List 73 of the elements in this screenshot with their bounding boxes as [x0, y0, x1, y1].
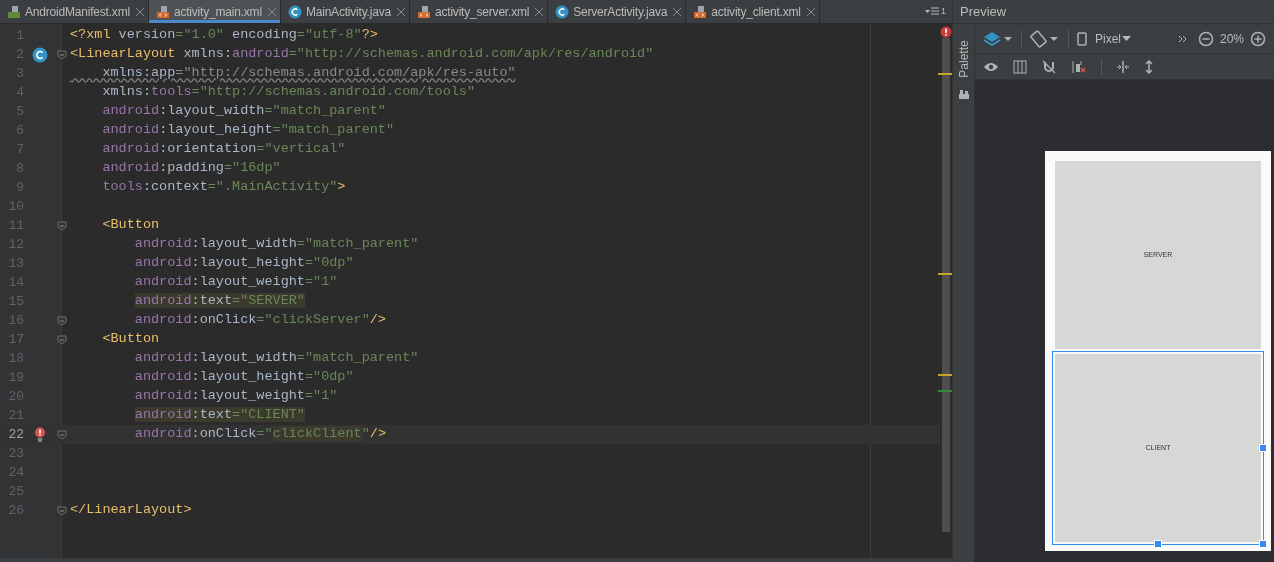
code-line: <Button [101, 330, 160, 349]
caret-icon [1122, 35, 1131, 42]
class-icon [287, 4, 302, 19]
class-icon[interactable] [32, 46, 48, 63]
code-line: android:padding="16dp" [101, 159, 281, 178]
tab-list-icon[interactable] [925, 7, 939, 16]
panel-title: Preview [960, 2, 1007, 21]
class-icon [555, 4, 570, 19]
close-icon[interactable] [673, 7, 682, 16]
code-line: xmlns:app="http://schemas.android.com/apk/res-auto" [101, 64, 516, 83]
code-line: </LinearLayout> [70, 501, 192, 520]
clear-constraints-icon[interactable] [1071, 58, 1087, 75]
code-line: android:layout_weight="1" [133, 273, 338, 292]
code-line: <LinearLayout xmlns:android="http://schemas.android.com/apk/res/android" [70, 45, 654, 64]
layers-icon[interactable] [983, 29, 1013, 48]
layout-file-icon [693, 4, 708, 19]
code-line: android:layout_height="0dp" [133, 254, 354, 273]
code-line: xmlns:tools="http://schemas.android.com/tools" [101, 83, 476, 102]
fold-icon[interactable] [57, 220, 67, 231]
line-number: 22 [7, 425, 24, 444]
file-tab[interactable]: activity_main.xml [148, 0, 281, 23]
code-line: android:layout_weight="1" [133, 387, 338, 406]
code-line: android:onClick="clickServer"/> [133, 311, 386, 330]
vertical-arrows-icon[interactable] [1144, 59, 1154, 74]
manifest-file-icon [7, 4, 21, 19]
fold-icon[interactable] [57, 315, 67, 326]
rotate-icon[interactable] [1030, 29, 1060, 48]
phone-icon [1077, 31, 1087, 46]
zoom-level: 20% [1219, 30, 1244, 48]
zoom-in-icon[interactable] [1250, 30, 1266, 47]
fold-icon[interactable] [57, 505, 67, 516]
code-line: android:layout_width="match_parent" [133, 235, 419, 254]
layout-file-icon [416, 4, 431, 19]
code-line: android:text="CLIENT" [133, 406, 305, 425]
error-bulb-icon[interactable] [34, 427, 46, 442]
warning-mark [938, 73, 952, 75]
close-icon[interactable] [806, 7, 815, 16]
code-line: android:layout_height="match_parent" [101, 121, 395, 140]
tab-count: 1 [941, 4, 946, 18]
eye-icon[interactable] [983, 60, 999, 73]
close-icon[interactable] [535, 7, 544, 16]
code-line: android:layout_width="match_parent" [101, 102, 386, 121]
device-dropdown[interactable]: Pixel [1095, 29, 1131, 48]
code-line: android:onClick="clickClient"/> [133, 425, 386, 444]
code-line: android:layout_height="0dp" [133, 368, 354, 387]
resize-handle[interactable] [1259, 540, 1267, 548]
fold-icon[interactable] [57, 334, 67, 345]
layout-file-icon [155, 4, 170, 19]
warning-mark [938, 374, 952, 376]
close-icon[interactable] [135, 7, 144, 16]
code-line: <Button [101, 216, 160, 235]
close-icon[interactable] [396, 7, 405, 16]
warning-mark [938, 273, 952, 275]
columns-icon[interactable] [1013, 59, 1027, 74]
scrollbar[interactable] [942, 38, 950, 532]
code-line: android:text="SERVER" [133, 292, 305, 311]
change-mark [938, 390, 952, 392]
fold-icon[interactable] [57, 49, 67, 60]
resize-handle[interactable] [1154, 540, 1162, 548]
code-line: android:layout_width="match_parent" [133, 349, 419, 368]
error-icon [940, 26, 952, 38]
more-icon[interactable] [1177, 33, 1188, 44]
palette-icon [957, 88, 970, 100]
magnet-off-icon[interactable] [1041, 58, 1057, 75]
code-line: tools:context=".MainActivity"> [101, 178, 346, 197]
resize-handle[interactable] [1259, 444, 1267, 452]
palette-tab[interactable]: Palette [954, 40, 973, 78]
horizontal-center-icon[interactable] [1116, 59, 1130, 74]
zoom-out-icon[interactable] [1197, 30, 1214, 47]
code-line: <?xml version="1.0" encoding="utf-8"?> [70, 26, 378, 45]
code-line: android:orientation="vertical" [101, 140, 346, 159]
close-icon[interactable] [267, 7, 276, 16]
fold-icon[interactable] [57, 429, 67, 440]
